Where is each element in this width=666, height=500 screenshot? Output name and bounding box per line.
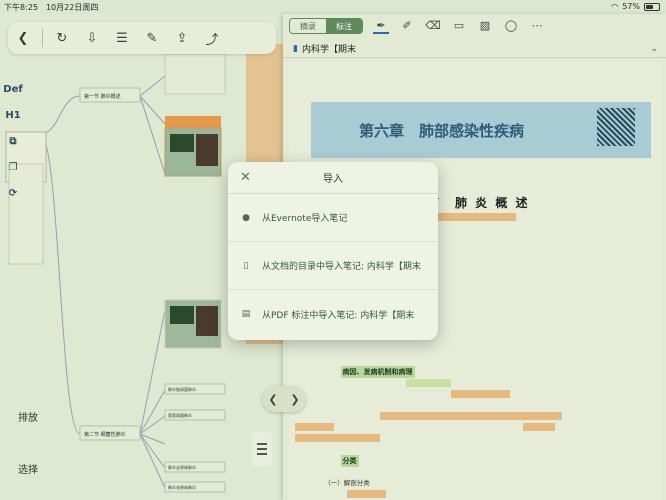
import-toc[interactable]: ▯ 从文档的目录中导入笔记: 内科学【期末: [228, 242, 438, 290]
download-icon[interactable]: ⇩: [77, 23, 107, 53]
evernote-icon: ●: [242, 212, 250, 223]
highlighter-icon[interactable]: ✐: [399, 19, 415, 34]
subhead-classification: 分类: [340, 455, 359, 467]
refresh-icon[interactable]: ⟳: [9, 184, 17, 202]
book-icon: ▯: [243, 260, 249, 271]
chevron-down-icon[interactable]: ⌄: [650, 44, 658, 54]
redo-icon[interactable]: ↻: [47, 23, 77, 53]
mindmap-node-4-label: 葡萄球菌肺炎: [168, 412, 192, 418]
mindmap-node-1-label: 第一节 肺炎概述: [84, 93, 121, 100]
battery-icon: [644, 2, 660, 11]
list-icon[interactable]: ☰: [107, 23, 137, 53]
tab-annotate[interactable]: 标注: [326, 19, 362, 33]
status-bar: 下午8:25 10月22日周四 ◠ 57%: [0, 0, 666, 14]
battery-percent: 57%: [622, 2, 640, 11]
chapter-title: 第六章 肺部感染性疾病: [359, 121, 525, 140]
image-icon[interactable]: ▨: [477, 19, 493, 34]
mindmap-note-image[interactable]: [164, 53, 226, 95]
annotation-tools: ✒ ✐ ⌫ ▭ ▨ ◯ ⋯: [373, 19, 545, 34]
document-title[interactable]: 内科学【期末: [302, 42, 356, 55]
mindmap-node-orange[interactable]: [165, 116, 221, 128]
import-evernote-label: 从Evernote导入笔记: [262, 214, 348, 224]
mode-segment: 摘录 标注: [289, 18, 363, 34]
duplicate-icon[interactable]: ❐: [9, 158, 18, 176]
import-pdf-label: 从PDF 标注中导入笔记: 内科学【期末: [262, 310, 415, 321]
section-title: 节 肺 炎 概 述: [427, 196, 530, 210]
pen-icon[interactable]: ✒: [373, 19, 389, 34]
chevron-left-icon[interactable]: ❮: [268, 393, 277, 406]
tab-excerpt[interactable]: 摘录: [290, 19, 326, 33]
layout-button[interactable]: 排放: [18, 409, 38, 424]
def-tool[interactable]: Def: [3, 80, 22, 98]
mindmap-node-3-label: 肺炎链球菌肺炎: [168, 386, 196, 392]
chapter-banner: 第六章 肺部感染性疾病: [311, 102, 651, 158]
mindmap-toolbar: ❮ ↻ ⇩ ☰ ✎ ⇪ ⤴: [8, 22, 276, 54]
modal-header: ✕ 导入: [228, 162, 438, 194]
lasso-icon[interactable]: ◯: [503, 19, 519, 34]
share-icon[interactable]: ⤴: [197, 23, 227, 53]
status-right: ◠ 57%: [611, 2, 660, 11]
import-pdf-annotations[interactable]: ▤ 从PDF 标注中导入笔记: 内科学【期末: [228, 290, 438, 338]
qr-code-icon: [597, 108, 635, 146]
mindmap-node-5-label: 肺炎支原体肺炎: [168, 464, 196, 470]
import-evernote[interactable]: ● 从Evernote导入笔记: [228, 194, 438, 242]
subhead-etiology: 病因、发病机制和病理: [340, 366, 415, 378]
toolbar-divider: [42, 29, 43, 47]
back-icon[interactable]: ❮: [8, 23, 38, 53]
book-icon: ▮: [293, 43, 298, 54]
side-tools: Def H1 ⧉ ❐ ⟳: [0, 80, 26, 202]
eraser-icon[interactable]: ⌫: [425, 19, 441, 34]
edit-icon[interactable]: ✎: [137, 23, 167, 53]
page-nav-control: ❮ ❯: [262, 386, 306, 412]
mindmap-node-6-label: 肺炎衣原体肺炎: [168, 484, 196, 490]
subhead-anatomy: （一）解剖分类: [327, 479, 370, 487]
mindmap-node-2-label: 第二节 细菌性肺炎: [84, 431, 126, 438]
annotation-toolbar: 摘录 标注 ✒ ✐ ⌫ ▭ ▨ ◯ ⋯: [283, 14, 666, 38]
select-button[interactable]: 选择: [18, 461, 38, 476]
text-box-icon[interactable]: ▭: [451, 19, 467, 34]
status-time: 下午8:25 10月22日周四: [4, 3, 99, 12]
pdf-icon: ▤: [241, 309, 251, 319]
copy-icon[interactable]: ⧉: [9, 132, 16, 150]
export-icon[interactable]: ⇪: [167, 23, 197, 53]
more-icon[interactable]: ⋯: [529, 19, 545, 34]
h1-tool[interactable]: H1: [5, 106, 20, 124]
close-icon[interactable]: ✕: [240, 170, 251, 185]
document-header: ▮ 内科学【期末 ⌄: [283, 40, 666, 58]
chevron-right-icon[interactable]: ❯: [290, 393, 299, 406]
import-modal: ✕ 导入 ● 从Evernote导入笔记 ▯ 从文档的目录中导入笔记: 内科学【…: [228, 162, 438, 340]
wifi-icon: ◠: [611, 2, 619, 11]
import-toc-label: 从文档的目录中导入笔记: 内科学【期末: [262, 262, 421, 272]
modal-title: 导入: [323, 174, 343, 185]
drag-handle[interactable]: [252, 432, 272, 466]
